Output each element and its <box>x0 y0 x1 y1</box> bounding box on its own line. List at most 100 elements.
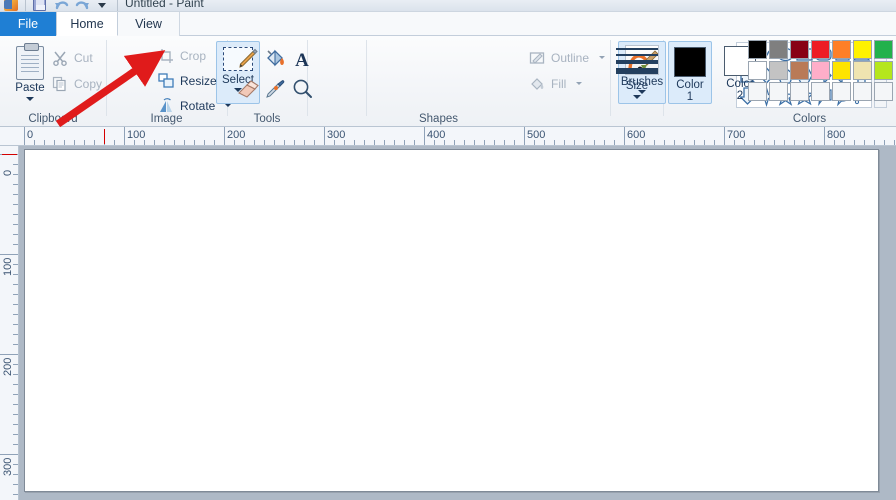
save-icon[interactable] <box>33 0 47 11</box>
ruler-tick <box>13 264 18 265</box>
palette-swatch[interactable] <box>769 61 788 80</box>
ruler-tick <box>564 140 565 145</box>
palette-swatch[interactable] <box>874 40 893 59</box>
size-button[interactable]: Size <box>614 44 660 116</box>
ruler-tick <box>454 140 455 145</box>
ruler-tick <box>164 140 165 145</box>
group-shapes: Outline Fill Shapes <box>366 36 887 127</box>
qat-divider-2 <box>117 0 118 11</box>
palette-swatch[interactable] <box>790 40 809 59</box>
ruler-tick <box>494 140 495 145</box>
ruler-tick <box>13 374 18 375</box>
paste-dropdown-caret[interactable] <box>26 97 34 101</box>
ribbon-tabs: File Home View <box>0 12 896 36</box>
undo-icon[interactable] <box>54 0 69 11</box>
ruler-tick <box>174 140 175 145</box>
fill-with-color-tool[interactable] <box>262 46 288 72</box>
palette-swatch[interactable] <box>832 82 851 101</box>
ruler-tick <box>234 140 235 145</box>
resize-button[interactable]: Resize <box>156 69 228 92</box>
canvas-area[interactable] <box>19 146 896 500</box>
group-size: Size <box>610 36 663 127</box>
ruler-tick <box>524 127 525 145</box>
tab-view[interactable]: View <box>118 12 180 36</box>
crop-button[interactable]: Crop <box>156 44 228 67</box>
palette-swatch[interactable] <box>811 82 830 101</box>
cut-label: Cut <box>74 50 93 65</box>
crop-icon <box>158 48 174 64</box>
color1-swatch <box>674 47 706 77</box>
palette-swatch[interactable] <box>769 40 788 59</box>
palette-swatch[interactable] <box>769 82 788 101</box>
size-dropdown-caret[interactable] <box>633 95 641 99</box>
ruler-tick <box>13 194 18 195</box>
tab-file[interactable]: File <box>0 12 56 36</box>
fill-dropdown-caret[interactable] <box>576 82 583 85</box>
ruler-tick <box>804 140 805 145</box>
color1-button[interactable]: Color 1 <box>668 41 712 104</box>
outline-dropdown-caret[interactable] <box>599 56 606 59</box>
vertical-ruler: 0 100 200 300 <box>0 146 19 500</box>
palette-swatch[interactable] <box>811 61 830 80</box>
ruler-tick <box>204 140 205 145</box>
ruler-tick <box>694 140 695 145</box>
color-palette[interactable] <box>748 40 896 102</box>
palette-swatch[interactable] <box>748 82 767 101</box>
drawing-canvas[interactable] <box>24 149 879 492</box>
fill-button[interactable]: Fill <box>527 72 607 95</box>
group-label-image: Image <box>150 113 183 125</box>
ruler-tick <box>824 127 825 145</box>
ruler-tick <box>244 140 245 145</box>
palette-swatch[interactable] <box>832 61 851 80</box>
size-lines-icon <box>616 48 658 74</box>
group-label-tools: Tools <box>253 113 281 125</box>
outline-label: Outline <box>551 50 590 65</box>
customize-quick-access-icon[interactable] <box>96 0 110 11</box>
eraser-tool[interactable] <box>235 76 261 102</box>
ruler-tick <box>134 140 135 145</box>
palette-swatch[interactable] <box>748 40 767 59</box>
ruler-tick <box>624 127 625 145</box>
copy-button[interactable]: Copy <box>50 72 106 95</box>
palette-swatch[interactable] <box>790 82 809 101</box>
ruler-tick <box>13 214 18 215</box>
palette-swatch[interactable] <box>853 40 872 59</box>
ruler-tick <box>13 474 18 475</box>
tab-home[interactable]: Home <box>56 12 118 36</box>
palette-swatch[interactable] <box>874 61 893 80</box>
ruler-tick <box>13 304 18 305</box>
ruler-tick <box>484 140 485 145</box>
redo-icon[interactable] <box>75 0 89 11</box>
paint-icon[interactable] <box>4 0 18 11</box>
ruler-tick <box>794 140 795 145</box>
ruler-tick <box>13 234 18 235</box>
palette-swatch[interactable] <box>748 61 767 80</box>
palette-swatch[interactable] <box>853 61 872 80</box>
color-picker-tool[interactable] <box>262 76 288 102</box>
ruler-tick <box>374 140 375 145</box>
ruler-tick <box>13 244 18 245</box>
ruler-tick <box>724 127 725 145</box>
crop-label: Crop <box>180 48 207 63</box>
ruler-tick <box>354 140 355 145</box>
palette-swatch[interactable] <box>874 82 893 101</box>
group-colors: Color 1 Color 2 Colors <box>663 36 896 127</box>
window-title: Untitled - Paint <box>125 0 204 10</box>
ruler-tick <box>874 140 875 145</box>
palette-swatch[interactable] <box>790 61 809 80</box>
palette-swatch[interactable] <box>811 40 830 59</box>
group-tools: A Tools <box>227 36 312 127</box>
ruler-tick <box>844 140 845 145</box>
ruler-tick <box>24 127 25 145</box>
outline-button[interactable]: Outline <box>527 46 607 69</box>
pencil-tool[interactable] <box>235 46 261 72</box>
rotate-label: Rotate <box>180 98 216 113</box>
palette-swatch[interactable] <box>832 40 851 59</box>
cut-button[interactable]: Cut <box>50 46 106 69</box>
ruler-tick <box>13 484 18 485</box>
paste-label: Paste <box>15 82 45 94</box>
palette-swatch[interactable] <box>853 82 872 101</box>
paint-window: Untitled - Paint File Home View Paste Cu… <box>0 0 896 500</box>
ruler-tick <box>214 140 215 145</box>
horizontal-ruler: 0 100 200 300 400 500 600 700 800 <box>0 127 896 146</box>
